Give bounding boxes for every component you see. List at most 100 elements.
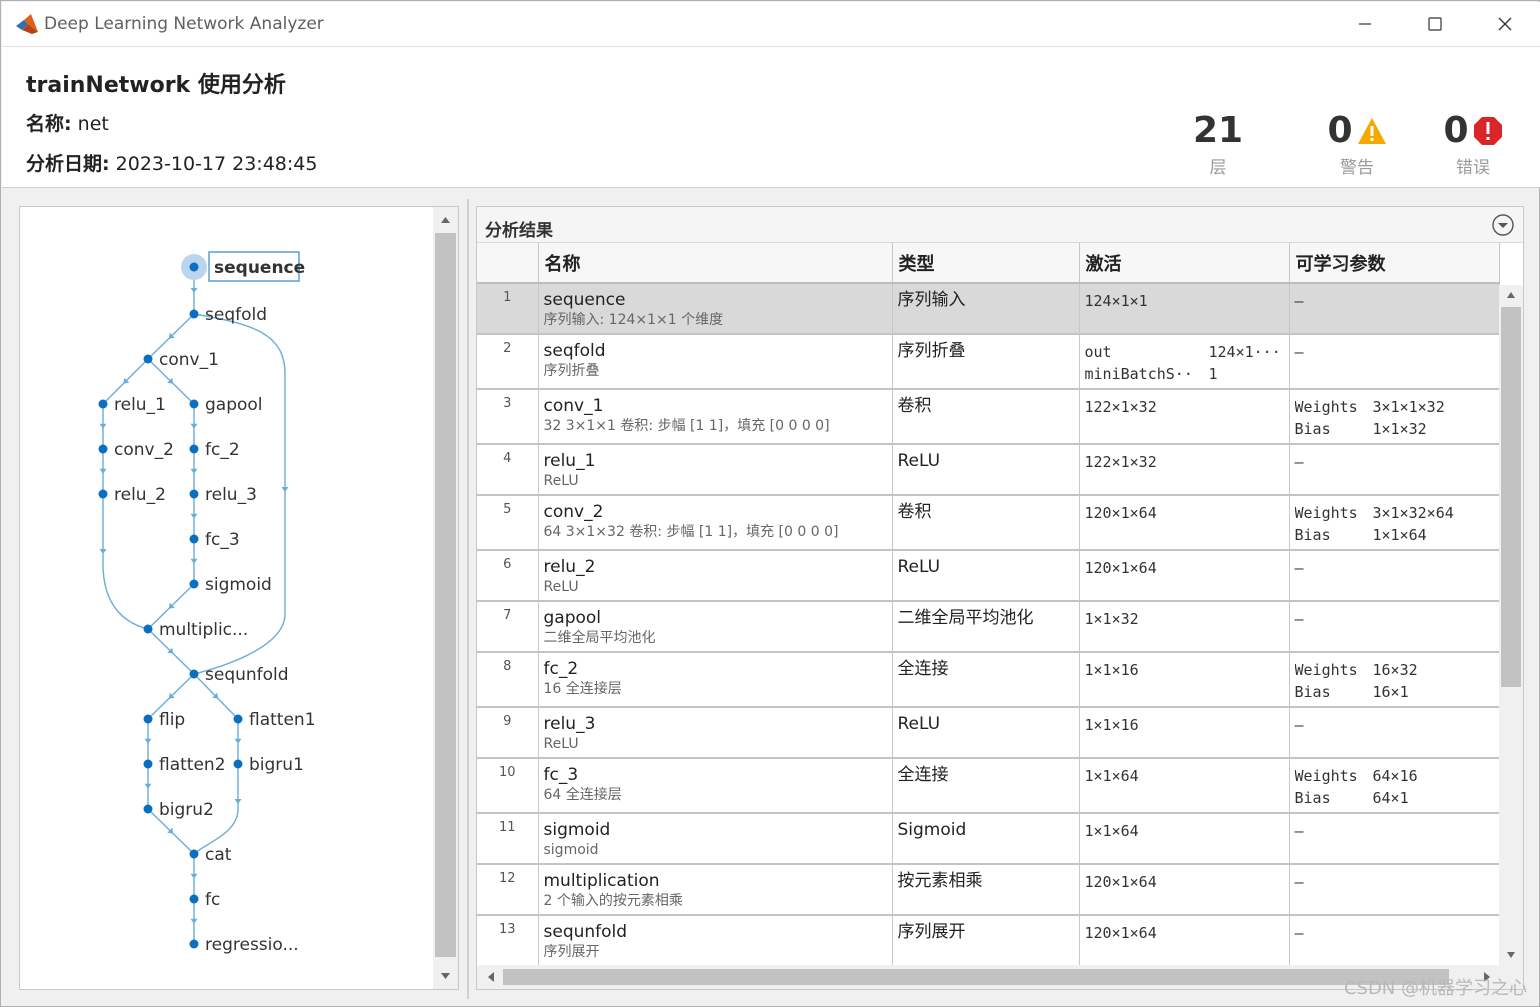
table-scroll-thumb[interactable]	[1501, 307, 1521, 687]
graph-node-dot[interactable]	[98, 399, 108, 409]
table-row[interactable]: 9 relu_3 ReLU ReLU 1×1×16 –	[477, 707, 1500, 759]
graph-node-cat[interactable]: cat	[189, 845, 232, 865]
table-row[interactable]: 4 relu_1 ReLU ReLU 122×1×32 –	[477, 444, 1500, 496]
graph-node-label[interactable]: sequnfold	[205, 665, 289, 685]
column-header-index[interactable]	[477, 243, 539, 284]
column-header-type[interactable]: 类型	[892, 243, 1080, 284]
row-index-cell: 11	[477, 813, 539, 865]
graph-node-dot[interactable]	[143, 804, 153, 814]
row-index: 9	[503, 714, 512, 729]
graph-node-multiplic[interactable]: multiplic...	[143, 620, 249, 640]
graph-node-dot[interactable]	[98, 444, 108, 454]
graph-scroll-thumb[interactable]	[435, 233, 456, 957]
table-row[interactable]: 3 conv_1 32 3×1×1 卷积: 步幅 [1 1]，填充 [0 0 0 0…	[477, 389, 1500, 445]
graph-node-dot[interactable]	[189, 534, 199, 544]
graph-node-dot[interactable]	[189, 939, 199, 949]
table-vertical-scrollbar[interactable]	[1499, 285, 1523, 965]
maximize-button[interactable]	[1400, 2, 1470, 46]
graph-node-flatten2[interactable]: flatten2	[143, 755, 226, 775]
graph-node-dot[interactable]	[189, 444, 199, 454]
table-row[interactable]: 2 seqfold 序列折叠 序列折叠 out 124×1··· miniBatchS···…	[477, 334, 1500, 390]
graph-node-label[interactable]: flip	[159, 710, 185, 730]
graph-node-label[interactable]: relu_3	[205, 485, 257, 505]
graph-node-label[interactable]: bigru1	[249, 755, 304, 775]
graph-node-bigru1[interactable]: bigru1	[233, 755, 304, 775]
graph-node-dot[interactable]	[189, 399, 199, 409]
graph-node-relu_3[interactable]: relu_3	[189, 485, 257, 505]
column-header-activations[interactable]: 激活	[1079, 243, 1290, 284]
graph-node-dot[interactable]	[189, 262, 199, 272]
graph-node-label[interactable]: flatten1	[249, 710, 316, 730]
graph-node-dot[interactable]	[189, 489, 199, 499]
graph-node-label[interactable]: fc_2	[205, 440, 240, 460]
table-row[interactable]: 6 relu_2 ReLU ReLU 120×1×64 –	[477, 550, 1500, 602]
graph-node-fc_2[interactable]: fc_2	[189, 440, 240, 460]
warnings-stat[interactable]: 0 警告	[1312, 111, 1402, 178]
graph-node-dot[interactable]	[233, 759, 243, 769]
graph-node-label[interactable]: bigru2	[159, 800, 214, 820]
graph-node-dot[interactable]	[189, 579, 199, 589]
graph-vertical-scrollbar[interactable]	[433, 207, 458, 989]
graph-node-label[interactable]: fc_3	[205, 530, 240, 550]
graph-node-regressio[interactable]: regressio...	[189, 935, 299, 955]
graph-node-label[interactable]: conv_1	[159, 350, 219, 370]
column-header-name[interactable]: 名称	[538, 243, 893, 284]
column-header-learnables[interactable]: 可学习参数	[1289, 243, 1500, 284]
table-row[interactable]: 11 sigmoid sigmoid Sigmoid 1×1×64 –	[477, 813, 1500, 865]
scroll-left-icon[interactable]	[481, 965, 501, 989]
graph-node-flatten1[interactable]: flatten1	[233, 710, 316, 730]
graph-node-dot[interactable]	[189, 669, 199, 679]
table-row[interactable]: 1 sequence 序列输入: 124×1×1 个维度 序列输入 124×1×1 –	[477, 283, 1500, 335]
table-scroll-down-icon[interactable]	[1499, 945, 1523, 963]
graph-node-relu_2[interactable]: relu_2	[98, 485, 166, 505]
graph-node-label[interactable]: fc	[205, 890, 220, 910]
graph-node-gapool[interactable]: gapool	[189, 395, 263, 415]
graph-node-label[interactable]: sigmoid	[205, 575, 272, 595]
graph-node-flip[interactable]: flip	[143, 710, 186, 730]
graph-node-label[interactable]: gapool	[205, 395, 263, 415]
table-row[interactable]: 13 sequnfold 序列展开 序列展开 120×1×64–	[477, 915, 1500, 965]
graph-node-label[interactable]: cat	[205, 845, 232, 865]
graph-node-label[interactable]: regressio...	[205, 935, 299, 955]
collapse-panel-icon[interactable]	[1491, 213, 1515, 237]
errors-stat[interactable]: 0 错误	[1428, 111, 1518, 178]
table-row[interactable]: 12 multiplication 2 个输入的按元素相乘 按元素相乘 120×1×64…	[477, 864, 1500, 916]
graph-node-sequnfold[interactable]: sequnfold	[189, 665, 289, 685]
graph-node-dot[interactable]	[143, 714, 153, 724]
graph-node-dot[interactable]	[98, 489, 108, 499]
table-row[interactable]: 10 fc_3 64 全连接层 全连接 1×1×64 Weights 64×16 Bias 64…	[477, 758, 1500, 814]
network-graph[interactable]: sequenceseqfoldconv_1relu_1 gapoolconv_2 f…	[20, 207, 432, 989]
scroll-up-icon[interactable]	[433, 211, 458, 231]
graph-node-label[interactable]: flatten2	[159, 755, 226, 775]
table-row[interactable]: 8 fc_2 16 全连接层 全连接 1×1×16 Weights 16×32 Bias 16×…	[477, 652, 1500, 708]
close-button[interactable]	[1470, 2, 1540, 46]
table-scroll-up-icon[interactable]	[1499, 287, 1523, 305]
graph-node-dot[interactable]	[143, 354, 153, 364]
graph-node-label[interactable]: conv_2	[114, 440, 174, 460]
graph-node-label[interactable]: sequence	[214, 258, 305, 278]
graph-node-dot[interactable]	[189, 309, 199, 319]
minimize-button[interactable]	[1330, 2, 1400, 46]
scroll-down-icon[interactable]	[433, 965, 458, 985]
graph-node-dot[interactable]	[143, 759, 153, 769]
graph-node-bigru2[interactable]: bigru2	[143, 800, 214, 820]
graph-node-sigmoid[interactable]: sigmoid	[189, 575, 272, 595]
graph-node-fc_3[interactable]: fc_3	[189, 530, 240, 550]
graph-node-label[interactable]: multiplic...	[159, 620, 248, 640]
table-row[interactable]: 7 gapool 二维全局平均池化 二维全局平均池化 1×1×32–	[477, 601, 1500, 653]
graph-node-label[interactable]: relu_1	[114, 395, 166, 415]
graph-node-label[interactable]: seqfold	[205, 305, 267, 325]
table-hscroll-thumb[interactable]	[503, 969, 1449, 985]
network-graph-panel[interactable]: sequence seqfold conv_1 relu_1 gapool conv_2 f…	[19, 206, 459, 990]
graph-node-dot[interactable]	[143, 624, 153, 634]
graph-node-dot[interactable]	[189, 894, 199, 904]
graph-node-dot[interactable]	[233, 714, 243, 724]
table-row[interactable]: 5 conv_2 64 3×1×32 卷积: 步幅 [1 1]，填充 [0 0 0 …	[477, 495, 1500, 551]
learnable-line: –	[1295, 922, 1494, 944]
panel-divider[interactable]	[467, 199, 469, 999]
graph-node-dot[interactable]	[189, 849, 199, 859]
learnable-cell: –	[1289, 864, 1500, 916]
graph-node-label[interactable]: relu_2	[114, 485, 166, 505]
learnable-line: –	[1295, 290, 1494, 312]
graph-node-conv_2[interactable]: conv_2	[98, 440, 174, 460]
